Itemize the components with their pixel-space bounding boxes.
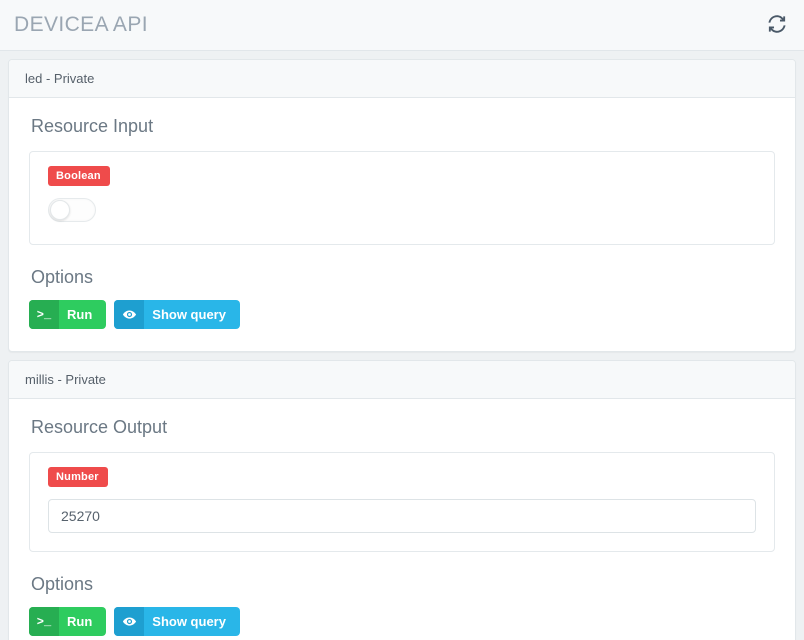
panel-heading: led - Private	[9, 60, 795, 98]
refresh-sync-icon	[766, 13, 788, 38]
panel-body: Resource Input Boolean Options >_ Run Sh…	[9, 98, 795, 351]
options-button-row: >_ Run Show query	[29, 607, 775, 636]
panel-heading: millis - Private	[9, 361, 795, 399]
type-badge-number: Number	[48, 467, 108, 487]
boolean-toggle-switch[interactable]	[48, 198, 96, 222]
terminal-glyph: >_	[36, 614, 52, 629]
type-badge-boolean: Boolean	[48, 166, 110, 186]
resource-output-title: Resource Output	[31, 417, 168, 437]
refresh-button[interactable]	[764, 12, 790, 38]
options-button-row: >_ Run Show query	[29, 300, 775, 329]
run-button-label: Run	[67, 307, 93, 322]
page-body: led - Private Resource Input Boolean Opt…	[0, 51, 804, 640]
resource-output-box: Number	[29, 452, 775, 552]
run-button[interactable]: >_ Run	[29, 607, 107, 636]
terminal-icon: >_	[29, 607, 59, 636]
resource-input-box: Boolean	[29, 151, 775, 245]
show-query-button[interactable]: Show query	[114, 300, 240, 329]
show-query-button-label: Show query	[152, 614, 226, 629]
terminal-icon: >_	[29, 300, 59, 329]
show-query-button[interactable]: Show query	[114, 607, 240, 636]
panel-body: Resource Output Number Options >_ Run	[9, 399, 795, 640]
toggle-knob	[50, 200, 70, 220]
run-button[interactable]: >_ Run	[29, 300, 107, 329]
terminal-glyph: >_	[36, 307, 52, 322]
eye-icon	[114, 300, 145, 329]
resource-panel-millis: millis - Private Resource Output Number …	[8, 360, 796, 640]
eye-icon	[114, 607, 145, 636]
resource-input-title: Resource Input	[31, 116, 154, 136]
resource-panel-led: led - Private Resource Input Boolean Opt…	[8, 59, 796, 352]
resource-output-value-input[interactable]	[48, 499, 756, 533]
run-button-label: Run	[67, 614, 93, 629]
show-query-button-label: Show query	[152, 307, 226, 322]
options-title: Options	[31, 574, 94, 594]
options-title: Options	[31, 267, 94, 287]
app-header: DEVICEA API	[0, 0, 804, 51]
page-title: DEVICEA API	[14, 13, 148, 36]
